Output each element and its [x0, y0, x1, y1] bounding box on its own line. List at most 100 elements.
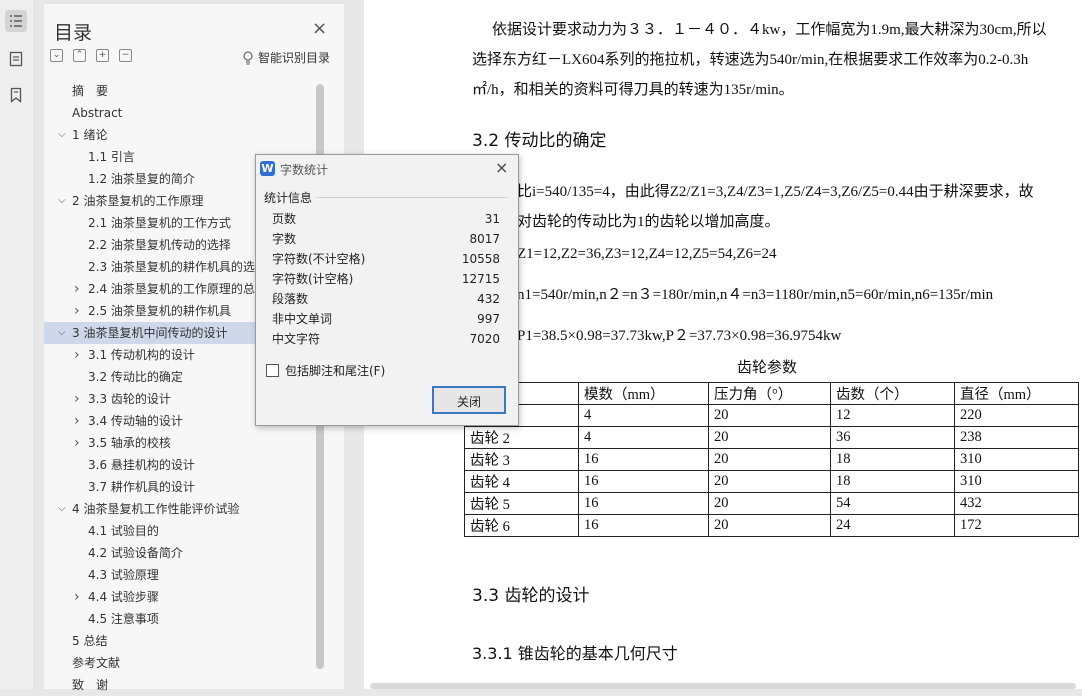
chevron-right-icon[interactable]: ›: [74, 586, 80, 608]
table-cell: 20: [708, 404, 831, 427]
chevron-right-icon[interactable]: ›: [74, 278, 80, 300]
toc-item[interactable]: 4.3 试验原理: [44, 564, 314, 586]
stat-value: 10558: [461, 252, 500, 266]
stat-label: 非中文单词: [272, 312, 333, 326]
toc-item-label: 2.5 油茶垦复机的耕作机具: [88, 304, 231, 318]
table-cell: 16: [578, 470, 709, 493]
collapse-all-icon[interactable]: ⌄: [50, 49, 63, 62]
table-cell: 16: [578, 492, 709, 515]
toc-item-label: 4.3 试验原理: [88, 568, 159, 582]
table-cell: 16: [578, 514, 709, 537]
stat-value: 997: [477, 312, 500, 326]
smart-toc-button[interactable]: 智能识别目录: [242, 49, 330, 66]
stat-label: 字符数(计空格): [272, 272, 354, 286]
table-header-cell: 齿数（个）: [830, 382, 955, 405]
toc-item-label: 3.4 传动轴的设计: [88, 414, 183, 428]
heading-3-3: 3.3 齿轮的设计: [472, 586, 590, 606]
toc-item[interactable]: 4.5 注意事项: [44, 608, 314, 630]
toc-item-label: 致 谢: [72, 678, 109, 692]
add-heading-icon[interactable]: +: [96, 49, 109, 62]
toc-item-label: 2.3 油茶垦复机的耕作机具的选择: [88, 260, 267, 274]
toc-item-label: 4.1 试验目的: [88, 524, 159, 538]
toc-item[interactable]: 5 总结: [44, 630, 314, 652]
table-cell: 12: [830, 404, 955, 427]
bookmark-icon[interactable]: [5, 84, 27, 106]
stat-value: 7020: [469, 332, 500, 346]
checkbox-box[interactable]: [266, 364, 279, 377]
stat-row: 段落数 432: [272, 289, 500, 309]
stat-row: 字符数(不计空格) 10558: [272, 249, 500, 269]
toc-item-label: 3.7 耕作机具的设计: [88, 480, 195, 494]
toc-item[interactable]: ⌵ 4 油茶垦复机工作性能评价试验: [44, 498, 314, 520]
stat-value: 12715: [461, 272, 500, 286]
toc-item[interactable]: 3.7 耕作机具的设计: [44, 476, 314, 498]
table-cell: 齿轮 6: [464, 514, 579, 537]
table-row: 齿轮 2 4 20 36 238: [464, 426, 1079, 449]
chevron-right-icon[interactable]: ›: [74, 388, 80, 410]
toc-item[interactable]: 参考文献: [44, 652, 314, 674]
table-cell: 20: [708, 470, 831, 493]
body-line: 总传动比i=540/135=4，由此得Z2/Z1=3,Z4/Z3=1,Z5/Z4…: [472, 184, 1034, 200]
toc-item[interactable]: 致 谢: [44, 674, 314, 696]
toc-item[interactable]: ⌵ 1 绪论: [44, 124, 314, 146]
chevron-right-icon[interactable]: ›: [74, 300, 80, 322]
table-cell: 432: [954, 492, 1079, 515]
table-cell: 4: [578, 426, 709, 449]
toc-item[interactable]: 4.2 试验设备简介: [44, 542, 314, 564]
chevron-right-icon[interactable]: ›: [74, 344, 80, 366]
toc-item[interactable]: 4.1 试验目的: [44, 520, 314, 542]
chevron-right-icon[interactable]: ›: [74, 432, 80, 454]
chevron-down-icon[interactable]: ⌵: [58, 124, 66, 146]
toc-item-label: 2.4 油茶垦复机的工作原理的总体: [88, 282, 267, 296]
toc-item-label: 3.6 悬挂机构的设计: [88, 458, 195, 472]
toc-item-label: 3.2 传动比的确定: [88, 370, 183, 384]
table-cell: 20: [708, 514, 831, 537]
toc-item[interactable]: 3.6 悬挂机构的设计: [44, 454, 314, 476]
stat-row: 中文字符 7020: [272, 329, 500, 349]
horizontal-scrollbar[interactable]: [370, 683, 1076, 689]
document-icon[interactable]: [5, 48, 27, 70]
table-cell: 310: [954, 470, 1079, 493]
chevron-down-icon[interactable]: ⌵: [58, 190, 66, 212]
heading-3-2: 3.2 传动比的确定: [472, 131, 607, 151]
table-row: 齿轮 6 16 20 24 172: [464, 514, 1079, 537]
toc-icon[interactable]: [5, 10, 27, 32]
toc-item[interactable]: › 4.4 试验步骤: [44, 586, 314, 608]
table-cell: 238: [954, 426, 1079, 449]
table-cell: 齿轮 5: [464, 492, 579, 515]
table-cell: 20: [708, 492, 831, 515]
toc-item[interactable]: › 3.5 轴承的校核: [44, 432, 314, 454]
toc-item[interactable]: 摘 要: [44, 80, 314, 102]
expand-all-icon[interactable]: ⌃: [73, 49, 86, 62]
table-cell: 齿轮 4: [464, 470, 579, 493]
include-footnotes-checkbox[interactable]: 包括脚注和尾注(F): [266, 362, 385, 379]
table-cell: 20: [708, 448, 831, 471]
table-header-cell: 压力角（°）: [708, 382, 831, 405]
dialog-close-icon[interactable]: ×: [495, 158, 508, 177]
table-cell: 20: [708, 426, 831, 449]
chevron-down-icon[interactable]: ⌵: [58, 498, 66, 520]
toc-item[interactable]: Abstract: [44, 102, 314, 124]
toc-item-label: 3.5 轴承的校核: [88, 436, 171, 450]
table-cell: 齿轮 3: [464, 448, 579, 471]
toc-item-label: 4.4 试验步骤: [88, 590, 159, 604]
toc-item-label: 5 总结: [72, 634, 108, 648]
chevron-right-icon[interactable]: ›: [74, 410, 80, 432]
lightbulb-icon: [243, 50, 253, 65]
toc-close-icon[interactable]: ×: [312, 18, 327, 39]
chevron-down-icon[interactable]: ⌵: [58, 322, 66, 344]
toc-toolbar: ⌄ ⌃ + −: [50, 49, 132, 62]
left-rail: [0, 0, 35, 689]
remove-heading-icon[interactable]: −: [119, 49, 132, 62]
table-cell: 310: [954, 448, 1079, 471]
stat-value: 31: [484, 212, 500, 226]
body-paragraph-line: 选择东方红－LX604系列的拖拉机，转速选为540r/min,在根据要求工作效率…: [472, 52, 1029, 68]
body-paragraph-line: ㎡/h，和相关的资料可得刀具的转速为135r/min。: [472, 82, 794, 98]
stat-label: 字符数(不计空格): [272, 252, 366, 266]
table-cell: 18: [830, 470, 955, 493]
table-cell: 4: [578, 404, 709, 427]
toc-item-label: 4.2 试验设备简介: [88, 546, 183, 560]
close-button[interactable]: 关闭: [432, 386, 506, 414]
toc-item-label: 参考文献: [72, 656, 121, 670]
heading-3-3-1: 3.3.1 锥齿轮的基本几何尺寸: [472, 644, 678, 663]
